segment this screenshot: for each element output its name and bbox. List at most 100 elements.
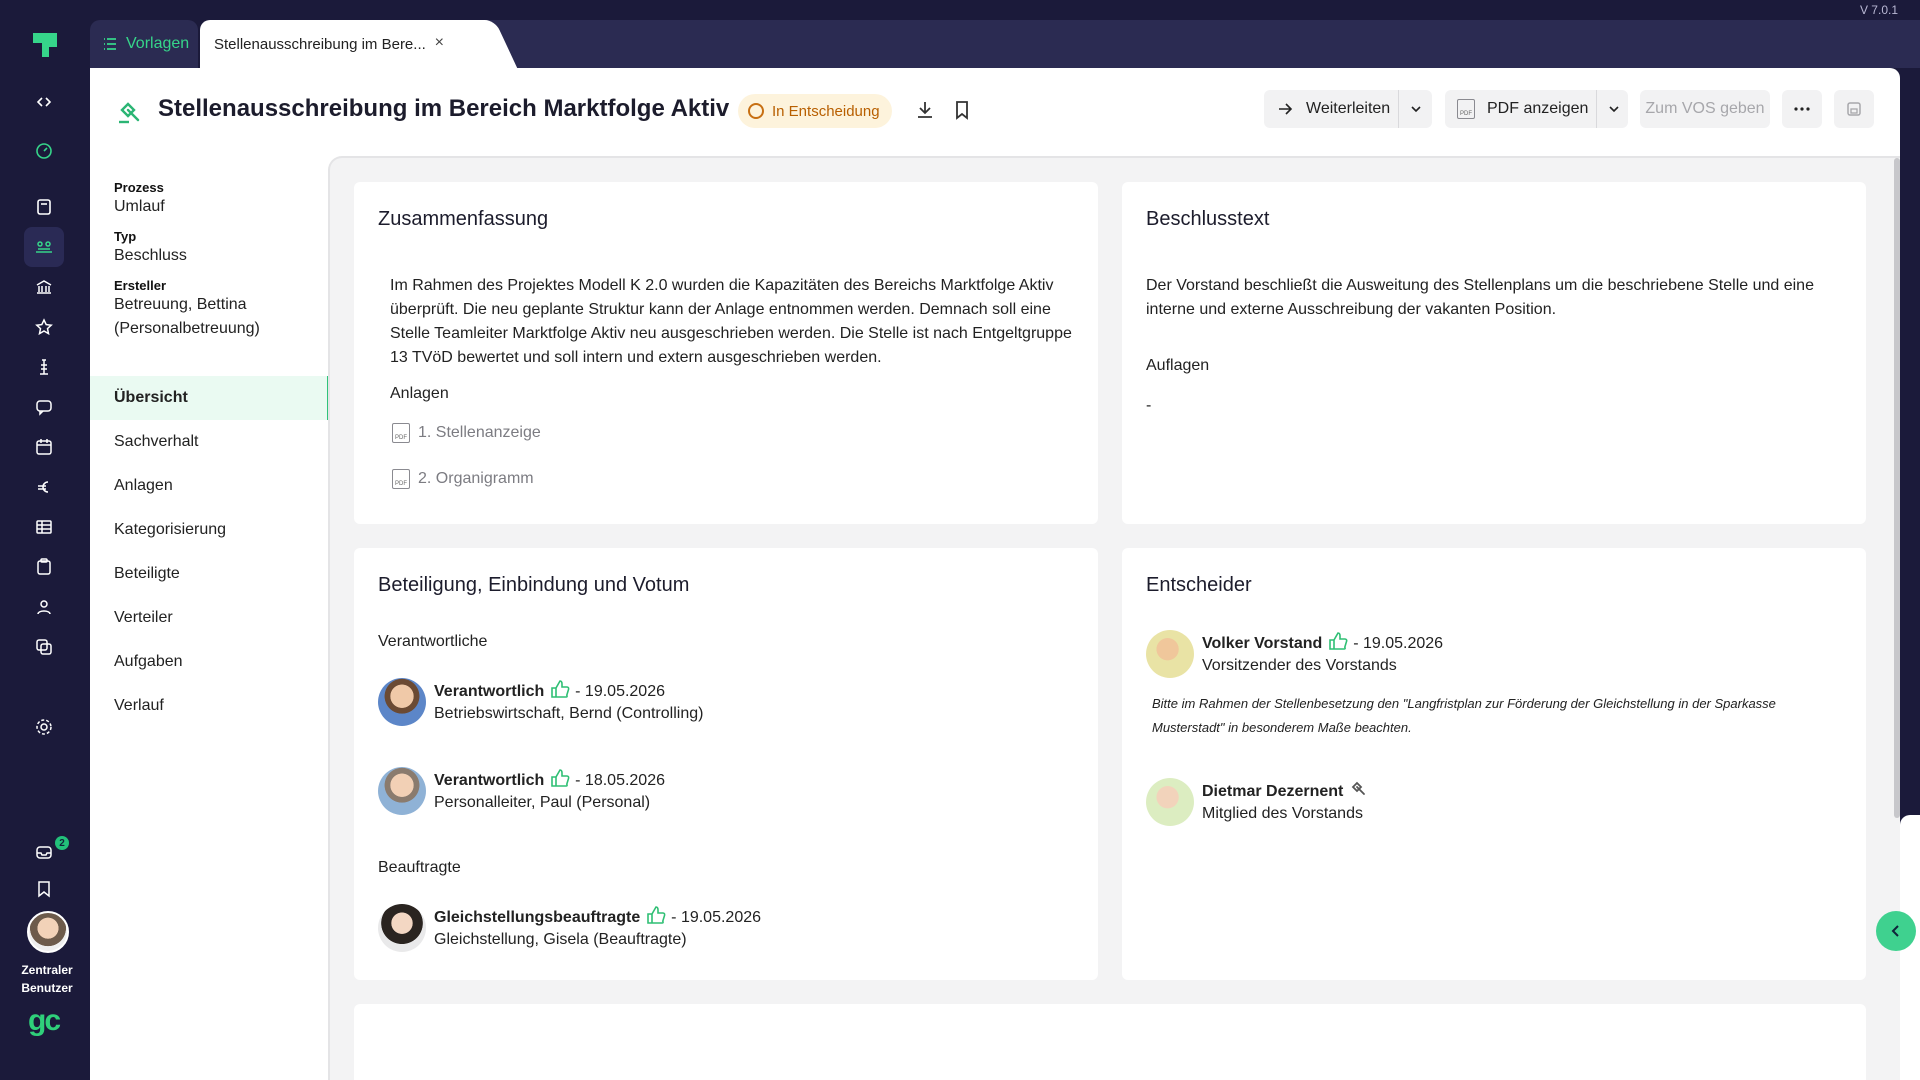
page-title: Stellenausschreibung im Bereich Marktfol… (158, 95, 730, 122)
participant-entry[interactable]: Verantwortlich - 18.05.2026 Personalleit… (378, 767, 665, 815)
document-meta: Prozess Umlauf Typ Beschluss Ersteller B… (114, 170, 344, 341)
documents-icon[interactable] (24, 187, 64, 227)
user-avatar[interactable] (27, 911, 69, 953)
content-area: Zusammenfassung Im Rahmen des Projektes … (328, 156, 1900, 1080)
participant-detail: Betriebswirtschaft, Bernd (Controlling) (434, 705, 704, 722)
main-sidebar: 2 Zentraler Benutzer gc (0, 0, 90, 1080)
clipboard-icon[interactable] (24, 547, 64, 587)
commissioners-label: Beauftragte (378, 859, 461, 876)
nav-history[interactable]: Verlauf (90, 684, 330, 728)
pdf-file-icon: PDF (392, 423, 410, 443)
section-nav: Übersicht Sachverhalt Anlagen Kategorisi… (90, 376, 330, 728)
nav-facts[interactable]: Sachverhalt (90, 420, 330, 464)
calendar-icon[interactable] (24, 427, 64, 467)
bookmark-icon[interactable] (950, 98, 974, 122)
pdf-file-icon: PDF (392, 469, 410, 489)
chat-icon[interactable] (24, 387, 64, 427)
tab-bar-background (450, 20, 1920, 68)
list-icon (104, 38, 116, 50)
document-header: Stellenausschreibung im Bereich Marktfol… (90, 68, 1900, 152)
avatar (1146, 778, 1194, 826)
more-button[interactable] (1782, 90, 1822, 128)
decider-entry[interactable]: Dietmar Dezernent Mitglied des Vorstands (1146, 778, 1370, 826)
gavel-icon (119, 102, 140, 124)
conditions-label: Auflagen (1146, 357, 1210, 374)
participant-detail: Personalleiter, Paul (Personal) (434, 794, 651, 811)
pdf-button-group: PDF PDF anzeigen (1445, 90, 1628, 128)
participant-date: - 19.05.2026 (666, 909, 762, 926)
decider-date: - 19.05.2026 (1348, 635, 1444, 652)
participant-entry[interactable]: Gleichstellungsbeauftragte - 19.05.2026 … (378, 904, 761, 952)
copy-icon[interactable] (24, 627, 64, 667)
status-badge: In Entscheidung (738, 94, 892, 128)
bookmark-rail-icon[interactable] (24, 869, 64, 909)
settings-icon[interactable] (24, 707, 64, 747)
app-logo-icon[interactable] (30, 30, 60, 60)
user-name[interactable]: Zentraler Benutzer (0, 961, 94, 997)
decider-name: Volker Vorstand (1202, 635, 1323, 652)
participant-detail: Gleichstellung, Gisela (Beauftragte) (434, 931, 687, 948)
forward-button[interactable]: Weiterleiten (1306, 100, 1390, 118)
attachment-link[interactable]: PDF 2. Organigramm (392, 469, 534, 489)
avatar (378, 904, 426, 952)
side-panel-toggle[interactable] (1876, 911, 1916, 951)
avatar (1146, 630, 1194, 678)
chevron-down-icon[interactable] (1607, 102, 1621, 116)
tab-templates-label: Vorlagen (126, 35, 190, 52)
committee-icon[interactable] (24, 227, 64, 267)
tab-templates[interactable]: Vorlagen (90, 20, 198, 68)
save-button[interactable] (1834, 90, 1874, 128)
avatar (378, 678, 426, 726)
type-value: Beschluss (114, 247, 187, 264)
nav-categorization[interactable]: Kategorisierung (90, 508, 330, 552)
decider-entry[interactable]: Volker Vorstand - 19.05.2026 Vorsitzende… (1146, 630, 1443, 678)
summary-card: Zusammenfassung Im Rahmen des Projektes … (354, 182, 1098, 524)
main-panel: Stellenausschreibung im Bereich Marktfol… (90, 68, 1900, 1080)
nav-overview[interactable]: Übersicht (90, 376, 330, 420)
decider-name: Dietmar Dezernent (1202, 783, 1344, 800)
participant-role: Verantwortlich (434, 683, 545, 700)
version-label: V 7.0.1 (1859, 3, 1898, 17)
tower-icon[interactable] (24, 347, 64, 387)
dashboard-icon[interactable] (24, 131, 64, 171)
responsible-label: Verantwortliche (378, 633, 488, 650)
star-icon[interactable] (24, 307, 64, 347)
attachment-link[interactable]: PDF 1. Stellenanzeige (392, 423, 541, 443)
resolution-text: Der Vorstand beschließt die Ausweitung d… (1146, 277, 1814, 318)
tab-close-icon[interactable]: × (435, 34, 444, 52)
save-icon (1847, 102, 1861, 116)
nav-arrows-icon[interactable] (24, 82, 64, 122)
more-icon (1794, 107, 1810, 111)
arrow-right-icon (1279, 103, 1293, 115)
pdf-button[interactable]: PDF anzeigen (1487, 100, 1588, 118)
thumbs-up-icon (646, 906, 666, 924)
process-value: Umlauf (114, 198, 165, 215)
attachment-name: 2. Organigramm (418, 470, 534, 487)
bank-icon[interactable] (24, 267, 64, 307)
vos-button[interactable]: Zum VOS geben (1640, 90, 1770, 128)
type-label: Typ (114, 229, 137, 244)
tab-bar: Vorlagen Stellenausschreibung im Bere...… (90, 20, 1920, 68)
nav-attachments[interactable]: Anlagen (90, 464, 330, 508)
chevron-down-icon[interactable] (1409, 102, 1423, 116)
nav-distribution[interactable]: Verteiler (90, 596, 330, 640)
nav-tasks[interactable]: Aufgaben (90, 640, 330, 684)
download-icon[interactable] (913, 98, 937, 122)
process-label: Prozess (114, 180, 164, 195)
scrollbar[interactable] (1894, 158, 1900, 818)
euro-icon[interactable] (24, 467, 64, 507)
summary-title: Zusammenfassung (378, 208, 549, 230)
deciders-title: Entscheider (1146, 574, 1252, 596)
table-icon[interactable] (24, 507, 64, 547)
participant-role: Gleichstellungsbeauftragte (434, 909, 641, 926)
gc-logo: gc (28, 1004, 61, 1037)
gavel-small-icon (1351, 781, 1365, 795)
person-icon[interactable] (24, 587, 64, 627)
tab-current-document[interactable]: Stellenausschreibung im Bere... × (200, 20, 480, 68)
split-divider (1596, 90, 1598, 128)
status-pending-icon (748, 103, 764, 119)
thumbs-up-icon (550, 680, 570, 698)
participant-entry[interactable]: Verantwortlich - 19.05.2026 Betriebswirt… (378, 678, 703, 726)
nav-participants[interactable]: Beteiligte (90, 552, 330, 596)
summary-text: Im Rahmen des Projektes Modell K 2.0 wur… (390, 277, 1072, 366)
